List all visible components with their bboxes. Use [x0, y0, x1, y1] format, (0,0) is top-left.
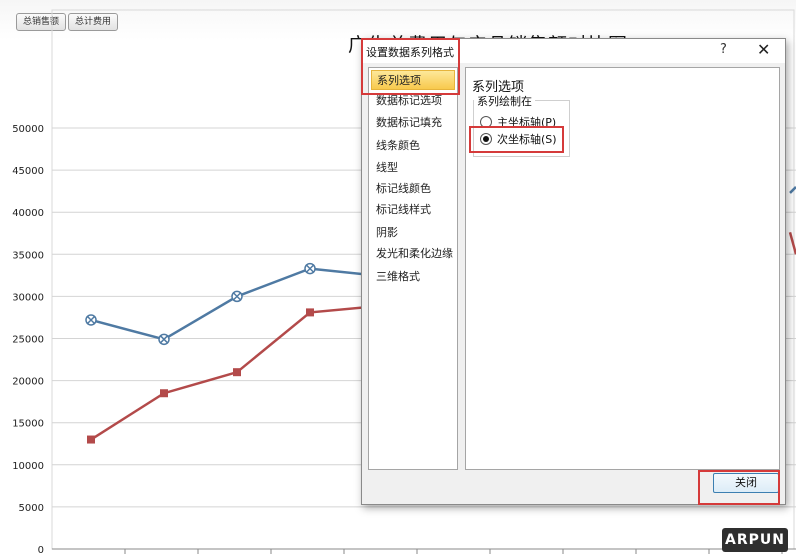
y-tick-label: 15000	[12, 419, 44, 430]
nav-item-glow-soft-edges[interactable]: 发光和柔化边缘	[371, 244, 455, 264]
dialog-titlebar[interactable]: 设置数据系列格式 ? ✕	[362, 39, 785, 63]
dialog-title: 设置数据系列格式	[366, 46, 454, 59]
nav-item-shadow[interactable]: 阴影	[371, 223, 455, 243]
help-icon[interactable]: ?	[720, 42, 727, 57]
nav-item-series-options[interactable]: 系列选项	[371, 70, 455, 90]
secondary-axis-label: 次坐标轴(S)	[497, 133, 557, 146]
y-tick-label: 5000	[19, 503, 44, 514]
y-tick-label: 20000	[12, 377, 44, 388]
series-marker-1	[306, 308, 314, 317]
close-icon[interactable]: ✕	[757, 40, 770, 59]
series-edge-0	[789, 186, 796, 194]
y-tick-label: 40000	[12, 208, 44, 219]
primary-axis-radio[interactable]	[480, 116, 492, 128]
y-tick-label: 45000	[12, 166, 44, 177]
secondary-axis-radio[interactable]	[480, 133, 492, 145]
nav-item-marker-line-style[interactable]: 标记线样式	[371, 200, 455, 220]
y-tick-label: 30000	[12, 292, 44, 303]
y-tick-label: 0	[38, 545, 44, 556]
y-tick-label: 35000	[12, 250, 44, 261]
nav-item-marker-fill[interactable]: 数据标记填充	[371, 113, 455, 133]
y-tick-label: 50000	[12, 124, 44, 135]
nav-item-3d-format[interactable]: 三维格式	[371, 267, 455, 287]
series-edge-1	[788, 231, 796, 255]
series-marker-1	[160, 389, 168, 398]
y-tick-label: 10000	[12, 461, 44, 472]
series-marker-1	[87, 435, 95, 444]
primary-axis-option[interactable]: 主坐标轴(P)	[480, 114, 556, 130]
nav-item-line-color[interactable]: 线条颜色	[371, 136, 455, 156]
nav-item-marker-line-color[interactable]: 标记线颜色	[371, 179, 455, 199]
secondary-axis-option[interactable]: 次坐标轴(S)	[480, 131, 557, 147]
close-button[interactable]: 关闭	[713, 473, 779, 493]
primary-axis-label: 主坐标轴(P)	[497, 116, 557, 129]
nav-item-line-style[interactable]: 线型	[371, 158, 455, 178]
category-list: 系列选项 数据标记选项 数据标记填充 线条颜色 线型 标记线颜色 标记线样式 阴…	[368, 67, 458, 470]
series-options-panel: 系列选项 系列绘制在 主坐标轴(P) 次坐标轴(S)	[465, 67, 780, 470]
series-marker-1	[233, 368, 241, 377]
format-data-series-dialog: 设置数据系列格式 ? ✕ 系列选项 数据标记选项 数据标记填充 线条颜色 线型 …	[361, 38, 786, 505]
y-tick-label: 25000	[12, 335, 44, 346]
watermark-logo: ARPUN	[722, 528, 788, 552]
nav-item-marker-options[interactable]: 数据标记选项	[371, 91, 455, 111]
plot-series-on-label: 系列绘制在	[474, 93, 535, 109]
series-line-0	[90, 267, 384, 341]
